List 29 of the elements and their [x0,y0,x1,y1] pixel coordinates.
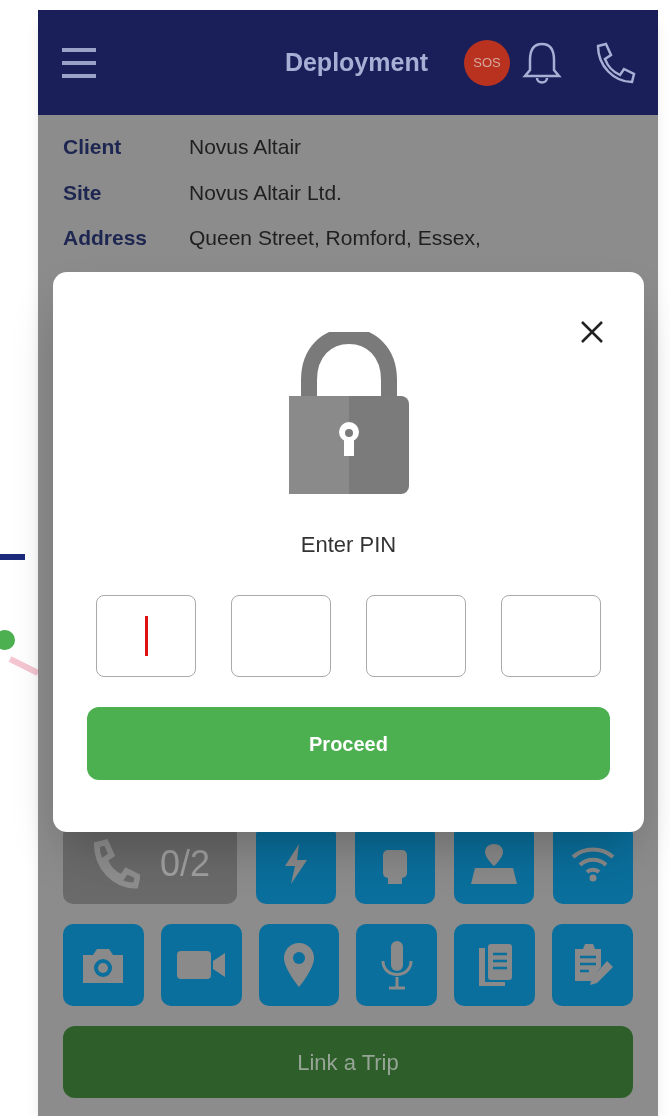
decoration-stripe [8,656,40,676]
field-value: Novus Altair Ltd. [189,179,342,206]
pin-digit-field[interactable] [231,595,331,677]
video-camera-icon [175,949,228,981]
field-label: Client [63,134,123,160]
audio-tile[interactable] [356,924,438,1006]
field-value: Novus Altair [189,134,302,160]
wifi-icon [570,845,616,883]
notes-tile[interactable] [552,924,633,1006]
pin-digit-field[interactable] [501,595,601,677]
location-tile[interactable] [258,924,340,1006]
menu-icon[interactable] [60,46,98,79]
field-label: Address [63,225,149,251]
camera-tile[interactable] [63,924,144,1006]
close-icon[interactable] [580,320,604,344]
field-label: Site [63,179,103,206]
pin-digit-field[interactable] [96,595,196,677]
map-pin-icon [469,842,519,886]
sos-button[interactable]: SOS [464,39,510,86]
proceed-button[interactable]: Proceed [87,707,610,780]
screen-title: Deployment [284,46,428,78]
padlock-icon [286,332,411,494]
field-value: Queen Street, Romford, Essex, [189,225,481,251]
link-trip-button[interactable]: Link a Trip [63,1026,633,1098]
pin-prompt: Enter PIN [300,531,397,559]
pin-digit-field[interactable] [366,595,466,677]
location-pin-icon [282,941,317,989]
documents-tile[interactable] [454,924,536,1006]
video-tile[interactable] [160,924,242,1006]
